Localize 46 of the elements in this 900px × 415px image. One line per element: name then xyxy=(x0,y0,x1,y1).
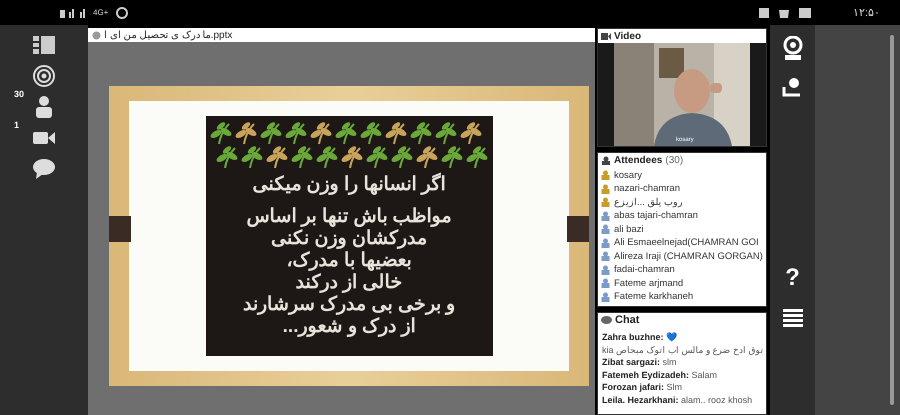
attendee-name[interactable]: Fateme arjmand xyxy=(614,278,684,289)
chat-message: Zahra buzhne: 💙 xyxy=(601,331,678,344)
panel-title: Attendees xyxy=(614,154,662,166)
signal-icon xyxy=(60,8,85,18)
chat-icon[interactable] xyxy=(33,159,55,179)
layout-icon[interactable] xyxy=(33,36,55,54)
count-label: 1 xyxy=(14,120,20,130)
slide-text: مدرکشان وزن نکنی xyxy=(271,228,427,250)
gear-icon xyxy=(92,30,101,40)
chat-message: Leila. Hezarkhani: alam.. rooz khosh xyxy=(601,394,754,406)
person-icon[interactable] xyxy=(35,96,53,118)
file-name: ما درک ی تحصیل من ای ا.pptx xyxy=(104,29,232,41)
camera-icon xyxy=(601,32,611,40)
attendee-name[interactable]: nazari-chamran xyxy=(614,183,680,194)
attendee-name[interactable]: abas tajari-chamran xyxy=(614,210,698,222)
panel-title: Chat xyxy=(615,314,640,326)
attendee-name[interactable]: fadai-chamran xyxy=(614,264,675,276)
chat-message: kia توق ادخ ضرع و مالس اب اتوک مبحاص xyxy=(601,344,765,356)
attendee-name[interactable]: Alireza Iraji (CHAMRAN GORGAN) xyxy=(614,250,763,262)
attendee-name[interactable]: روب یلق ...ازیزع xyxy=(614,196,684,208)
attendee-name[interactable]: kosary xyxy=(614,170,642,181)
clock: ۱۲:۵۰ xyxy=(852,6,880,19)
panel-title: Video xyxy=(614,30,642,42)
attendee-name[interactable]: Ali Esmaeelnejad(CHAMRAN GOI xyxy=(614,237,759,248)
network-type: 4G+ xyxy=(93,8,108,17)
slide-text: مواظب باش تنها بر اساس xyxy=(246,206,452,228)
attendee-name[interactable]: ali bazi xyxy=(614,224,644,235)
alarm-icon xyxy=(116,6,128,18)
count-label: 30 xyxy=(14,89,24,99)
attendee-count: (30) xyxy=(665,154,684,166)
attendee-name[interactable]: Fateme karkhaneh xyxy=(614,291,694,302)
group-icon xyxy=(601,156,611,164)
chat-message: Zibat sargazi: slm xyxy=(601,356,678,368)
help-button[interactable]: ? xyxy=(785,264,800,292)
chat-message: Fatemeh Eydizadeh: Salam xyxy=(601,368,718,381)
slide-text: و برخی بی مدرک سرشارند xyxy=(242,294,456,316)
camera-icon[interactable] xyxy=(33,131,55,145)
chat-message: Forozan jafari: Slm xyxy=(601,381,684,394)
menu-icon[interactable] xyxy=(782,309,802,327)
slide-text: از درک و شعور... xyxy=(282,316,416,338)
webcam-icon[interactable] xyxy=(782,36,802,60)
slide-heading: اگر انسانها را وزن میکنی xyxy=(252,172,446,196)
chat-icon xyxy=(601,316,612,324)
slide-text: بعضیها با مدرک، xyxy=(286,250,412,272)
slide-text: خالی از درکند xyxy=(296,272,402,294)
target-icon[interactable] xyxy=(33,65,55,87)
